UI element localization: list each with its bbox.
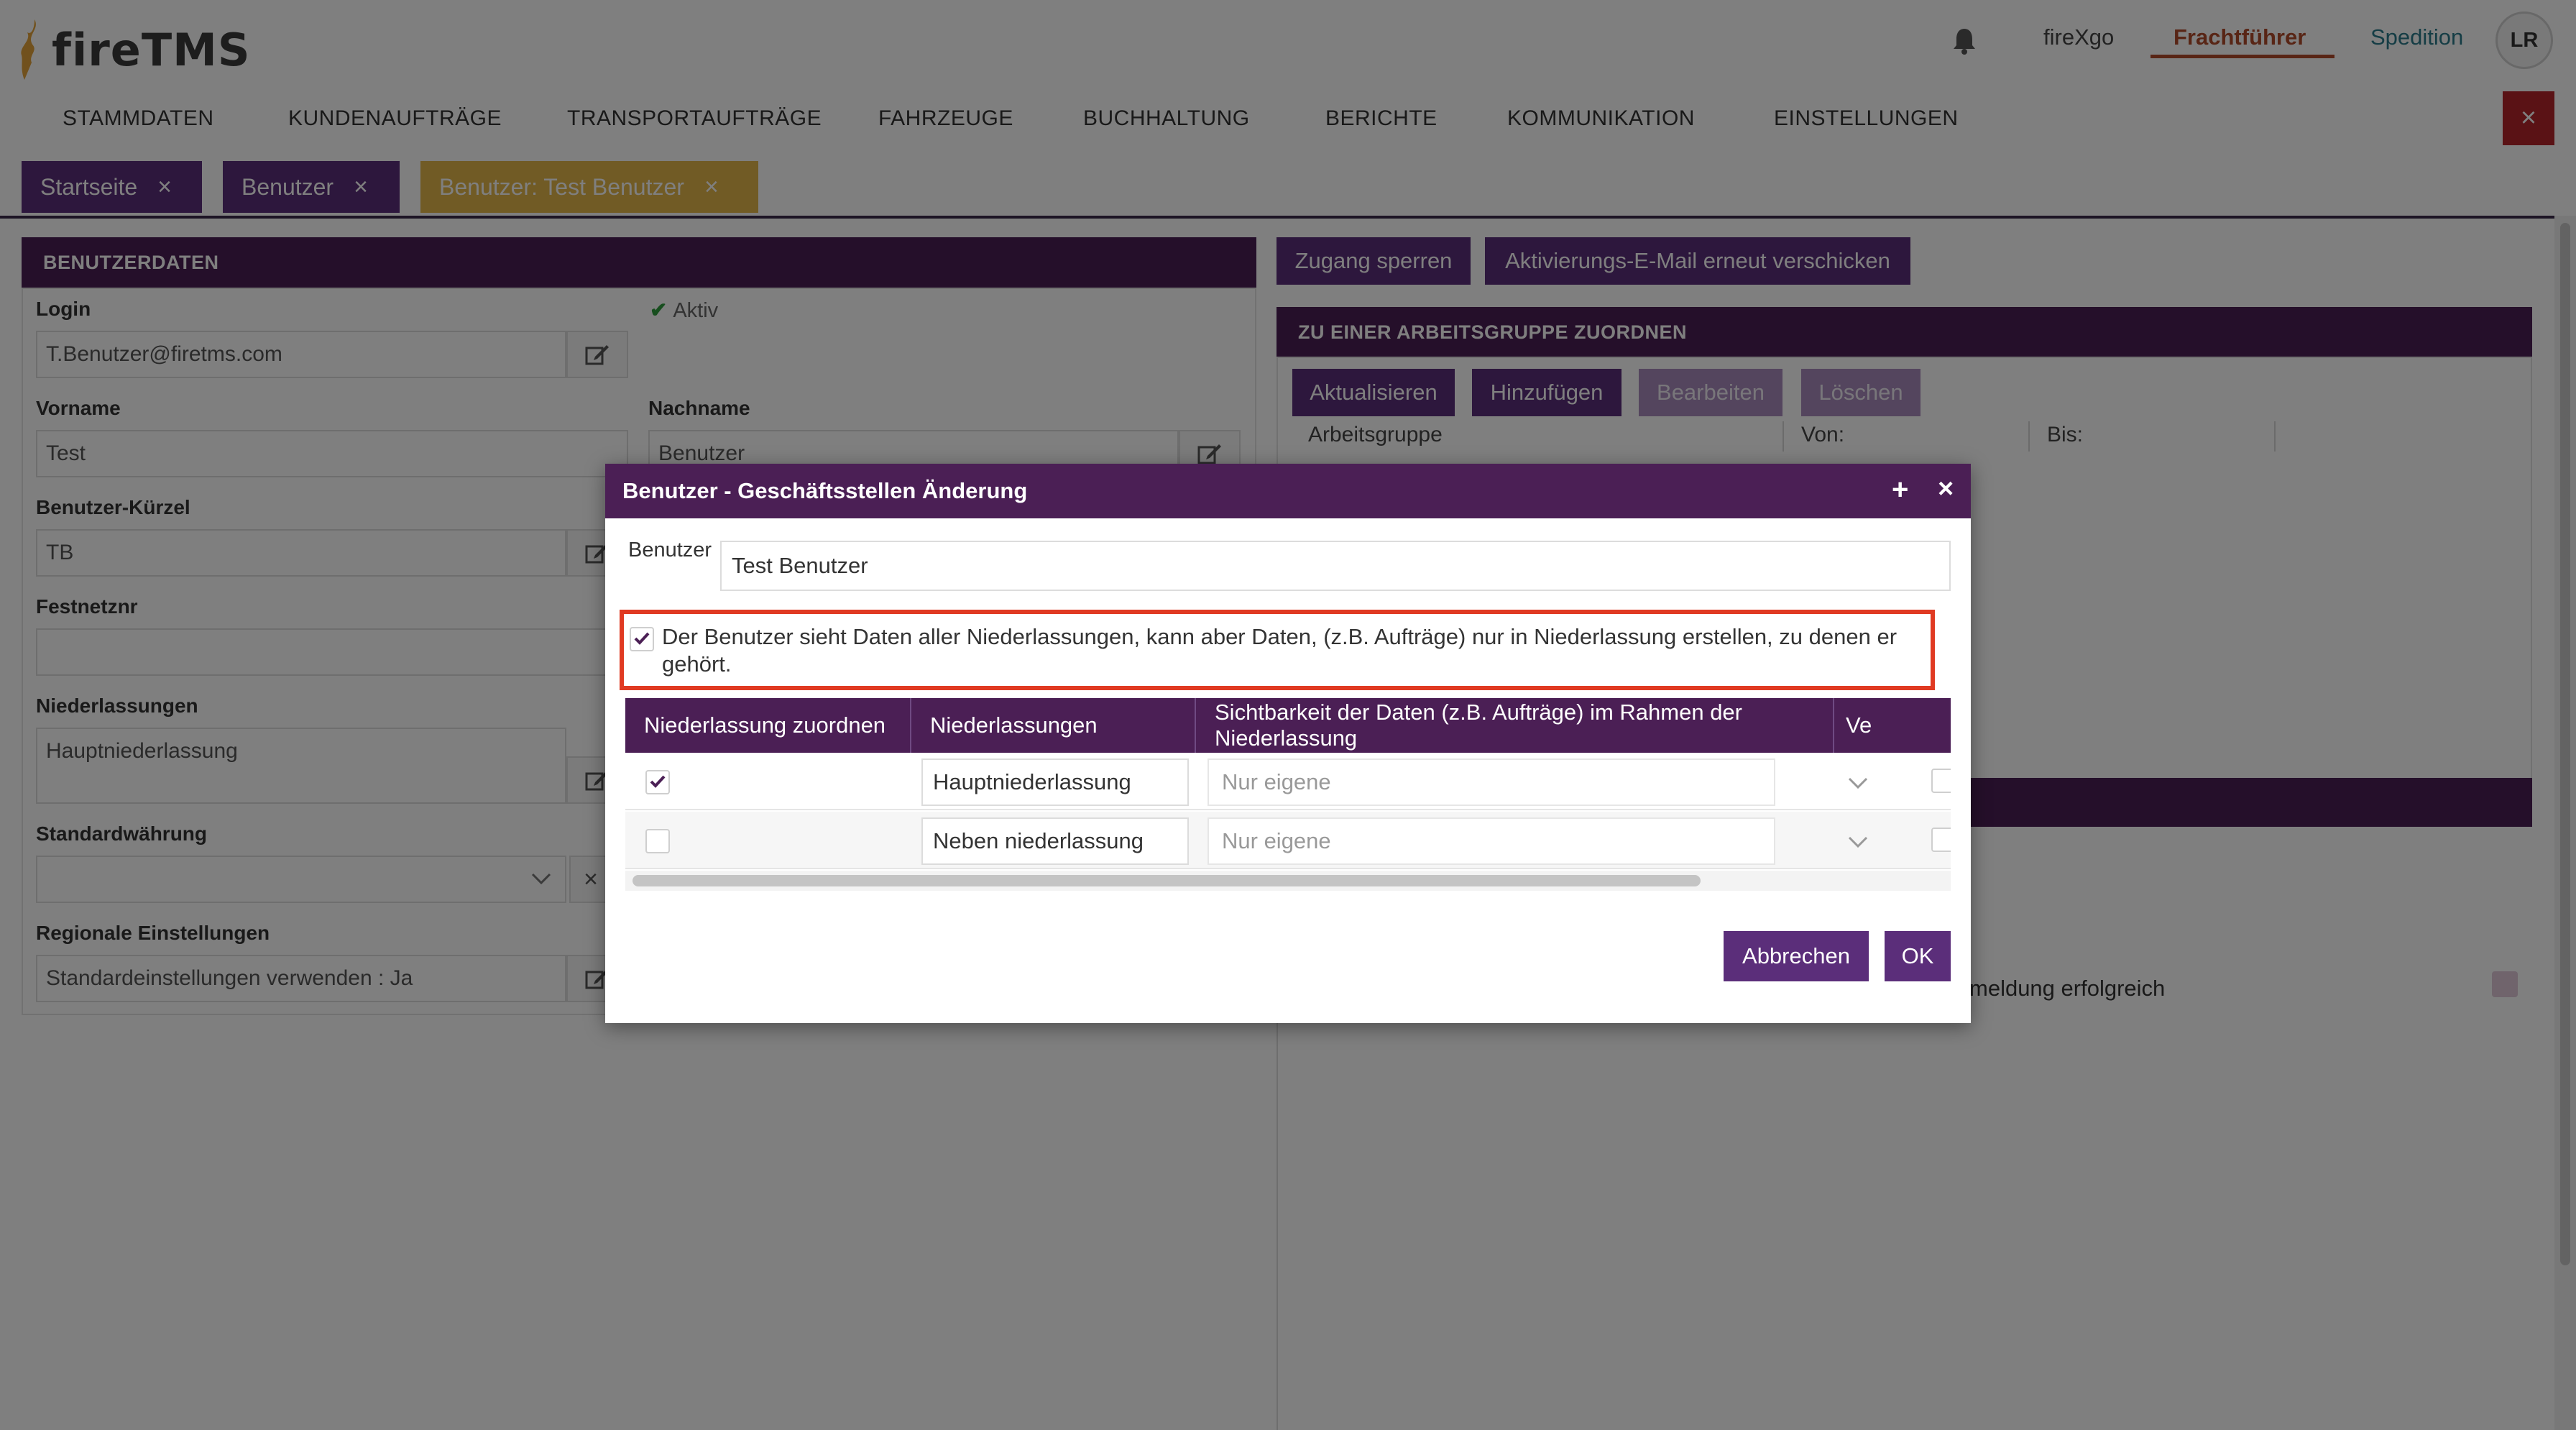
header-niederlassung-zuordnen[interactable]: Niederlassung zuordnen bbox=[625, 698, 910, 753]
check-icon bbox=[650, 775, 666, 788]
app-page: fireTMS fireXgo Frachtführer Spedition L… bbox=[0, 0, 2576, 1430]
ok-button[interactable]: OK bbox=[1885, 931, 1951, 981]
chevron-down-icon bbox=[1848, 777, 1868, 789]
ve-checkbox[interactable] bbox=[1931, 769, 1951, 793]
dialog-close-icon[interactable]: × bbox=[1938, 474, 1954, 505]
check-icon bbox=[634, 632, 650, 645]
maximize-icon[interactable]: + bbox=[1892, 474, 1908, 506]
header-niederlassungen[interactable]: Niederlassungen bbox=[911, 698, 1195, 753]
assign-checkbox[interactable] bbox=[645, 829, 670, 853]
header-ve[interactable]: Ve bbox=[1834, 698, 1951, 753]
header-sichtbarkeit[interactable]: Sichtbarkeit der Daten (z.B. Aufträge) i… bbox=[1196, 698, 1833, 753]
branch-name-field[interactable]: Hauptniederlassung bbox=[921, 758, 1189, 806]
benutzer-label: Benutzer bbox=[628, 538, 712, 562]
dialog-header: Benutzer - Geschäftsstellen Änderung bbox=[605, 464, 1971, 518]
chevron-down-icon bbox=[1848, 836, 1868, 848]
visibility-select[interactable]: Nur eigene bbox=[1208, 817, 1775, 865]
cancel-button[interactable]: Abbrechen bbox=[1724, 931, 1869, 981]
branch-change-dialog: Benutzer - Geschäftsstellen Änderung + ×… bbox=[605, 464, 1971, 1023]
table-scrollbar-thumb[interactable] bbox=[632, 875, 1701, 886]
visibility-select[interactable]: Nur eigene bbox=[1208, 758, 1775, 806]
branch-name-field[interactable]: Neben niederlassung bbox=[921, 817, 1189, 865]
dialog-title: Benutzer - Geschäftsstellen Änderung bbox=[622, 478, 1028, 503]
info-text: Der Benutzer sieht Daten aller Niederlas… bbox=[662, 624, 1898, 677]
ve-checkbox[interactable] bbox=[1931, 828, 1951, 852]
assign-checkbox[interactable] bbox=[645, 770, 670, 794]
info-checkbox[interactable] bbox=[630, 627, 654, 651]
benutzer-field[interactable]: Test Benutzer bbox=[720, 541, 1951, 591]
